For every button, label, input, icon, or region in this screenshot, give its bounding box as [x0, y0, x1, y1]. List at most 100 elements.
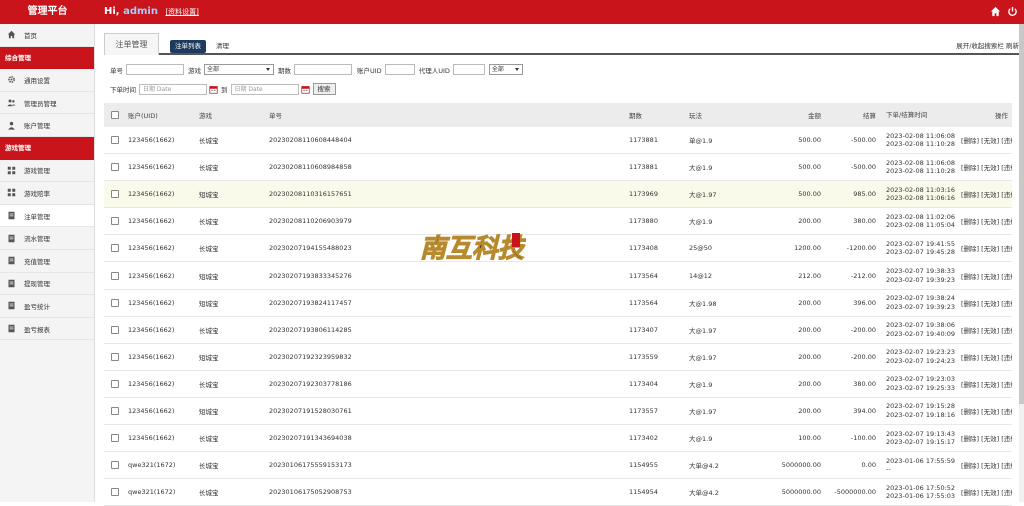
- cell-actions[interactable]: [删除] [无效] [违规]: [961, 216, 1012, 226]
- sidebar-item-admins[interactable]: 管理员管理: [0, 92, 94, 115]
- order-no-input[interactable]: [126, 64, 184, 75]
- row-checkbox[interactable]: [111, 271, 119, 280]
- cell-game: 长城宝: [199, 326, 219, 335]
- sidebar-item-home[interactable]: 首页: [0, 24, 94, 47]
- sidebar-item-general-settings[interactable]: 通用设置: [0, 69, 94, 92]
- period-input[interactable]: [294, 64, 352, 75]
- cell-settle: -200.00: [850, 352, 876, 361]
- order-time: 2023-02-07 19:23:23: [886, 348, 956, 357]
- table-row[interactable]: qwe321(1672) 长城宝 20230106175559153173 11549…: [104, 452, 1012, 480]
- grid-icon: [7, 166, 16, 175]
- order-time: 2023-02-07 19:38:24: [886, 294, 956, 303]
- profile-settings-link[interactable]: [资料设置]: [165, 8, 198, 16]
- cell-actions[interactable]: [删除] [无效] [违规]: [961, 243, 1012, 253]
- tab-order-list[interactable]: 注单列表: [170, 40, 206, 53]
- cell-actions[interactable]: [删除] [无效] [违规]: [961, 135, 1012, 145]
- home-icon[interactable]: [990, 6, 1001, 17]
- row-checkbox[interactable]: [111, 434, 119, 443]
- sidebar-item-profit-report[interactable]: 盈亏报表: [0, 318, 94, 341]
- date-end-input[interactable]: 日期 Date: [230, 83, 299, 95]
- cell-actions[interactable]: [删除] [无效] [违规]: [961, 487, 1012, 497]
- table-row[interactable]: 123456(1662) 短城宝 20230207193833345276 11735…: [104, 262, 1012, 290]
- cell-actions[interactable]: [删除] [无效] [违规]: [961, 352, 1012, 362]
- table-row[interactable]: 123456(1662) 长城宝 20230207193806114285 11734…: [104, 317, 1012, 344]
- row-checkbox[interactable]: [111, 488, 119, 497]
- row-checkbox[interactable]: [111, 136, 119, 145]
- orders-table: 账户(UID) 游戏 单号 期数 玩法 金额 结算 下单/结算时间 操作 123…: [104, 103, 1012, 506]
- sidebar-item-orders[interactable]: 注单管理: [0, 204, 94, 228]
- cell-account: 123456(1662): [128, 271, 175, 280]
- sidebar-item-game-management[interactable]: 游戏管理: [0, 160, 94, 183]
- cell-actions[interactable]: [删除] [无效] [违规]: [961, 379, 1012, 389]
- table-row[interactable]: 123456(1662) 长城宝 20230207194155488023 11734…: [104, 235, 1012, 263]
- row-checkbox[interactable]: [111, 163, 119, 172]
- row-checkbox[interactable]: [111, 298, 119, 307]
- row-checkbox[interactable]: [111, 325, 119, 334]
- sidebar-item-game-odds[interactable]: 游戏赔率: [0, 182, 94, 205]
- game-select[interactable]: 全部: [204, 64, 274, 75]
- order-time: 2023-02-07 19:41:55: [886, 239, 956, 248]
- cell-account: 123456(1662): [128, 352, 175, 361]
- sidebar-item-label: 游戏管理: [24, 167, 50, 176]
- cell-actions[interactable]: [删除] [无效] [违规]: [961, 325, 1012, 335]
- cell-game: 长城宝: [199, 380, 219, 389]
- row-checkbox[interactable]: [111, 461, 119, 470]
- cell-account: qwe321(1672): [128, 461, 176, 470]
- row-checkbox[interactable]: [111, 244, 119, 253]
- cell-amount: 200.00: [798, 298, 821, 307]
- cell-settle: 380.00: [853, 379, 876, 388]
- col-settle: 结算: [863, 112, 876, 120]
- row-checkbox[interactable]: [111, 352, 119, 361]
- table-row[interactable]: 123456(1662) 短城宝 20230208110316157651 11739…: [104, 181, 1012, 209]
- cell-settle: 985.00: [853, 190, 876, 199]
- sidebar-item-accounts[interactable]: 账户管理: [0, 114, 94, 137]
- table-row[interactable]: 123456(1662) 短城宝 20230207191528030761 11735…: [104, 398, 1012, 426]
- cell-period: 1173407: [629, 325, 658, 334]
- sidebar-section-games[interactable]: 游戏管理: [0, 136, 94, 160]
- cell-amount: 200.00: [798, 352, 821, 361]
- tab-clear[interactable]: 清理: [216, 40, 229, 53]
- cell-actions[interactable]: [删除] [无效] [违规]: [961, 460, 1012, 470]
- cell-actions[interactable]: [删除] [无效] [违规]: [961, 162, 1012, 172]
- row-checkbox[interactable]: [111, 406, 119, 415]
- table-row[interactable]: 123456(1662) 短城宝 20230207192323959832 11735…: [104, 344, 1012, 371]
- calendar-icon[interactable]: [300, 85, 310, 94]
- cell-actions[interactable]: [删除] [无效] [违规]: [961, 298, 1012, 308]
- account-uid-input[interactable]: [384, 64, 415, 75]
- row-checkbox[interactable]: [111, 217, 119, 226]
- table-row[interactable]: 123456(1662) 长城宝 20230208110206903979 11738…: [104, 208, 1012, 236]
- power-icon[interactable]: [1007, 6, 1018, 17]
- cell-play: 14@12: [689, 271, 713, 280]
- search-button[interactable]: 搜索: [312, 83, 336, 95]
- table-row[interactable]: 123456(1662) 长城宝 20230208110608984858 11738…: [104, 154, 1012, 182]
- agent-select[interactable]: 全部: [488, 64, 523, 75]
- calendar-icon[interactable]: [209, 85, 218, 94]
- tab-orders[interactable]: 注单管理: [104, 33, 159, 55]
- sidebar-item-label: 盈亏统计: [24, 302, 50, 311]
- table-row[interactable]: 123456(1662) 长城宝 20230208110608448404 11738…: [104, 127, 1012, 155]
- sidebar-item-withdraw[interactable]: 提现管理: [0, 273, 94, 296]
- sidebar-section-general[interactable]: 综合管理: [0, 46, 94, 70]
- document-icon: [7, 324, 16, 333]
- cell-time: 2023-02-07 19:41:55 2023-02-07 19:45:28: [880, 240, 961, 257]
- date-start-input[interactable]: 日期 Date: [139, 83, 207, 95]
- cell-actions[interactable]: [删除] [无效] [违规]: [961, 433, 1012, 443]
- select-all-checkbox[interactable]: [111, 111, 119, 119]
- table-row[interactable]: 123456(1662) 长城宝 20230207192303778186 11734…: [104, 371, 1012, 398]
- cell-actions[interactable]: [删除] [无效] [违规]: [961, 271, 1012, 281]
- table-row[interactable]: 123456(1662) 短城宝 20230207193824117457 11735…: [104, 290, 1012, 317]
- sidebar-item-flow[interactable]: 流水管理: [0, 227, 94, 250]
- toggle-search-refresh[interactable]: 展开/收起搜索栏 刷新: [956, 40, 1019, 50]
- cell-order-no: 20230106175052908753: [269, 488, 352, 497]
- row-checkbox[interactable]: [111, 190, 119, 199]
- agent-uid-input[interactable]: [452, 64, 485, 75]
- row-checkbox[interactable]: [111, 379, 119, 388]
- sidebar-item-recharge[interactable]: 充值管理: [0, 250, 94, 273]
- scrollbar-thumb[interactable]: [1019, 24, 1024, 404]
- cell-order-no: 20230207193824117457: [269, 298, 352, 307]
- cell-order-no: 20230207192303778186: [269, 379, 352, 388]
- cell-actions[interactable]: [删除] [无效] [违规]: [961, 406, 1012, 416]
- sidebar-item-profit-stats[interactable]: 盈亏统计: [0, 295, 94, 318]
- table-row[interactable]: 123456(1662) 长城宝 20230207191343694038 11734…: [104, 425, 1012, 453]
- cell-actions[interactable]: [删除] [无效] [违规]: [961, 189, 1012, 199]
